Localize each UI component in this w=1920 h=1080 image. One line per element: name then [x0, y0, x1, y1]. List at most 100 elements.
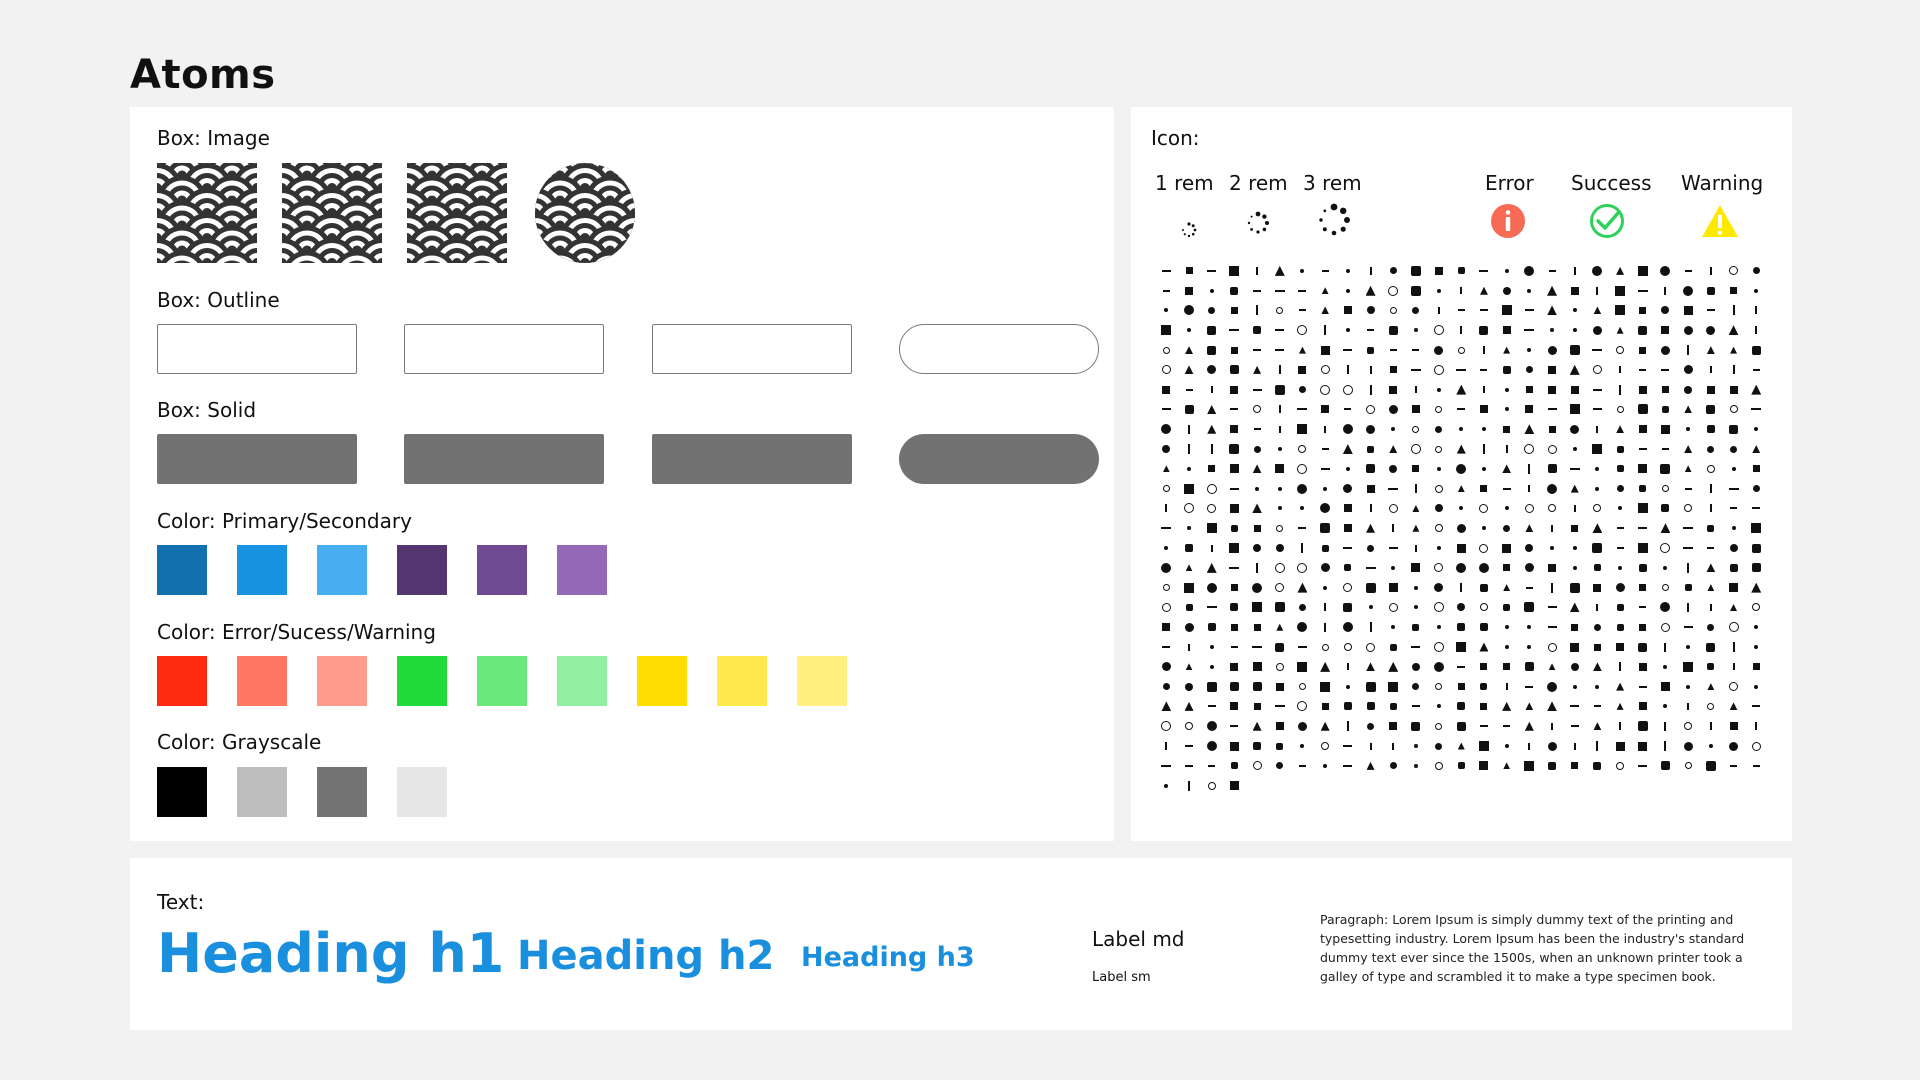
glyph-icon	[1450, 637, 1473, 657]
glyph-icon	[1246, 261, 1269, 281]
text-panel: Text: Heading h1 Heading h2 Heading h3 L…	[130, 858, 1792, 1030]
glyph-icon	[1631, 736, 1654, 756]
glyph-icon	[1155, 340, 1178, 360]
glyph-icon	[1563, 419, 1586, 439]
glyph-icon	[1382, 281, 1405, 301]
glyph-icon	[1200, 637, 1223, 657]
glyph-icon	[1291, 716, 1314, 736]
glyph-icon	[1314, 320, 1337, 340]
glyph-icon	[1518, 320, 1541, 340]
size-3rem-label: 3 rem	[1303, 171, 1362, 195]
glyph-icon	[1495, 657, 1518, 677]
glyph-icon	[1700, 677, 1723, 697]
glyph-icon	[1155, 657, 1178, 677]
glyph-icon	[1654, 756, 1677, 776]
glyph-icon	[1405, 261, 1428, 281]
glyph-icon	[1405, 479, 1428, 499]
glyph-icon	[1268, 736, 1291, 756]
glyph-icon	[1722, 657, 1745, 677]
glyph-icon	[1155, 479, 1178, 499]
glyph-icon	[1246, 558, 1269, 578]
glyph-icon	[1450, 419, 1473, 439]
glyph-icon	[1609, 736, 1632, 756]
glyph-icon	[1200, 518, 1223, 538]
glyph-icon	[1495, 281, 1518, 301]
glyph-icon	[1337, 281, 1360, 301]
glyph-icon	[1337, 756, 1360, 776]
glyph-icon	[1495, 716, 1518, 736]
glyph-icon	[1563, 459, 1586, 479]
glyph-icon	[1631, 538, 1654, 558]
box-image-label: Box: Image	[157, 126, 270, 150]
glyph-icon	[1405, 459, 1428, 479]
glyph-icon	[1586, 637, 1609, 657]
glyph-icon	[1563, 578, 1586, 598]
box-solid-label: Box: Solid	[157, 398, 257, 422]
glyph-icon	[1291, 637, 1314, 657]
glyph-icon	[1518, 400, 1541, 420]
glyph-icon	[1722, 756, 1745, 776]
glyph-icon	[1314, 716, 1337, 736]
glyph-icon	[1745, 538, 1768, 558]
glyph-icon	[1450, 320, 1473, 340]
glyph-icon	[1223, 578, 1246, 598]
glyph-icon	[1495, 380, 1518, 400]
glyph-icon	[1745, 400, 1768, 420]
glyph-icon	[1291, 617, 1314, 637]
glyph-icon	[1631, 518, 1654, 538]
glyph-icon	[1495, 598, 1518, 618]
glyph-icon	[1495, 756, 1518, 776]
glyph-icon	[1268, 261, 1291, 281]
glyph-icon	[1427, 380, 1450, 400]
glyph-icon	[1609, 459, 1632, 479]
glyph-icon	[1223, 261, 1246, 281]
glyph-icon	[1314, 598, 1337, 618]
glyph-icon	[1382, 756, 1405, 776]
glyph-icon	[1495, 558, 1518, 578]
glyph-icon	[1382, 617, 1405, 637]
glyph-icon	[1586, 736, 1609, 756]
glyph-icon	[1654, 479, 1677, 499]
glyph-icon	[1654, 360, 1677, 380]
glyph-icon	[1178, 657, 1201, 677]
glyph-icon	[1677, 400, 1700, 420]
glyph-icon	[1223, 716, 1246, 736]
box-outline-label: Box: Outline	[157, 288, 280, 312]
glyph-icon	[1223, 340, 1246, 360]
glyph-icon	[1155, 598, 1178, 618]
glyph-icon	[1541, 459, 1564, 479]
glyph-icon	[1200, 598, 1223, 618]
glyph-icon	[1382, 538, 1405, 558]
glyph-icon	[1178, 360, 1201, 380]
glyph-icon	[1586, 518, 1609, 538]
glyph-icon	[1722, 400, 1745, 420]
glyph-icon	[1609, 518, 1632, 538]
glyph-icon	[1200, 716, 1223, 736]
glyph-icon	[1337, 380, 1360, 400]
glyph-icon	[1722, 340, 1745, 360]
glyph-icon	[1246, 578, 1269, 598]
glyph-icon	[1495, 518, 1518, 538]
glyph-icon	[1745, 736, 1768, 756]
glyph-icon	[1155, 261, 1178, 281]
outline-box	[652, 324, 852, 374]
glyph-icon	[1654, 340, 1677, 360]
glyph-icon	[1677, 320, 1700, 340]
glyph-icon	[1268, 439, 1291, 459]
glyph-icon	[1223, 756, 1246, 776]
glyph-icon	[1631, 400, 1654, 420]
glyph-icon	[1609, 538, 1632, 558]
glyph-icon	[1178, 776, 1201, 796]
glyph-icon	[1473, 657, 1496, 677]
glyph-icon	[1722, 677, 1745, 697]
glyph-icon	[1450, 578, 1473, 598]
glyph-icon	[1268, 657, 1291, 677]
glyph-icon	[1541, 697, 1564, 717]
glyph-icon	[1700, 499, 1723, 519]
glyph-icon	[1722, 360, 1745, 380]
glyph-icon	[1314, 578, 1337, 598]
glyph-icon	[1268, 499, 1291, 519]
solid-box-pill	[899, 434, 1099, 484]
glyph-icon	[1223, 419, 1246, 439]
glyph-icon	[1700, 400, 1723, 420]
